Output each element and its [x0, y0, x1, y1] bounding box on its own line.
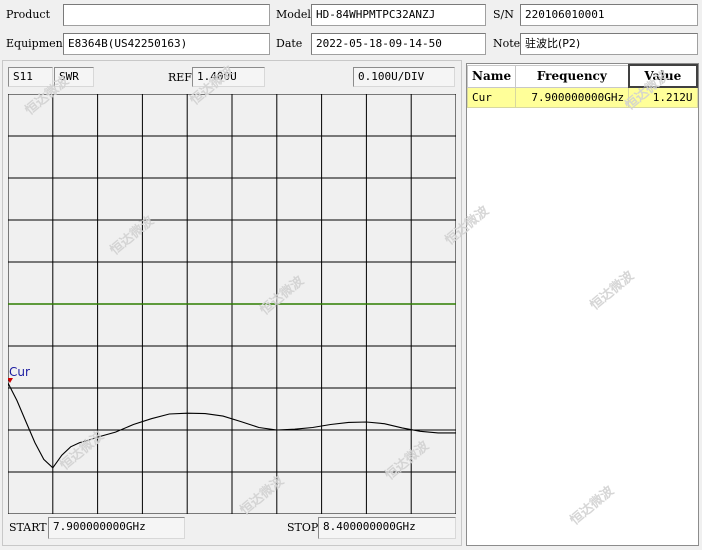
product-label: Product [6, 8, 50, 21]
stop-label: STOP [287, 521, 319, 534]
marker-name-cell: Cur [466, 86, 517, 108]
marker-header-name: Name [466, 64, 517, 88]
marker-header-value[interactable]: Value [627, 64, 699, 88]
equipment-label: Equipment [6, 37, 68, 50]
date-label: Date [276, 37, 303, 50]
marker-label: Cur [9, 365, 30, 379]
marker-value-cell: 1.212U [628, 86, 698, 108]
sn-label: S/N [493, 8, 514, 21]
marker-table: Name Frequency Value Cur 7.900000000GHz … [466, 64, 699, 108]
scale-box[interactable]: 0.100U/DIV [353, 67, 455, 87]
equipment-field[interactable]: E8364B(US42250163) [63, 33, 270, 55]
model-label: Model [276, 8, 311, 21]
stop-frequency-box[interactable]: 8.400000000GHz [318, 517, 456, 539]
marker-frequency-cell: 7.900000000GHz [515, 86, 630, 108]
date-field[interactable]: 2022-05-18-09-14-50 [311, 33, 486, 55]
product-field[interactable] [63, 4, 270, 26]
swr-chart: Cur [8, 94, 456, 514]
marker-header-frequency: Frequency [515, 64, 630, 88]
marker-row[interactable]: Cur 7.900000000GHz 1.212U [466, 86, 698, 108]
format-box[interactable]: SWR [54, 67, 94, 87]
sn-field[interactable]: 220106010001 [520, 4, 698, 26]
ref-label: REF [168, 71, 192, 84]
start-label: START [9, 521, 47, 534]
marker-table-panel: Name Frequency Value Cur 7.900000000GHz … [466, 63, 699, 546]
note-label: Note [493, 37, 521, 50]
note-field[interactable]: 驻波比(P2) [520, 33, 698, 55]
s-parameter-box[interactable]: S11 [8, 67, 53, 87]
ref-value-box[interactable]: 1.400U [192, 67, 265, 87]
start-frequency-box[interactable]: 7.900000000GHz [48, 517, 185, 539]
model-field[interactable]: HD-84WHPMTPC32ANZJ [311, 4, 486, 26]
